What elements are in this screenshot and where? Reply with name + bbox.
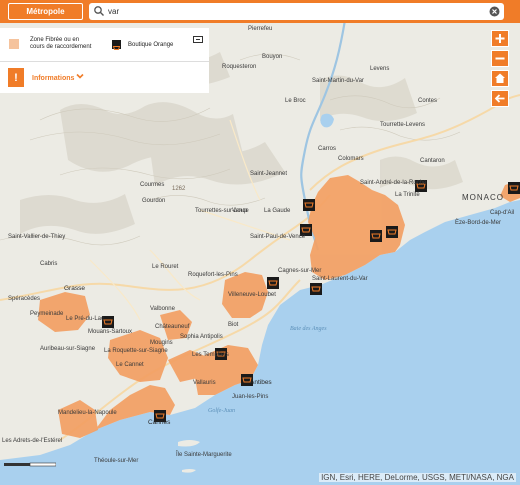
- zoom-in-button[interactable]: [491, 30, 509, 47]
- map-attribution: IGN, Esri, HERE, DeLorme, USGS, METI/NAS…: [319, 473, 516, 482]
- place-label: Vence: [232, 208, 249, 214]
- place-label: Golfe-Juan: [208, 407, 235, 414]
- legend-divider: [0, 61, 209, 62]
- shop-marker[interactable]: [508, 182, 520, 194]
- place-label: Le Cannet: [116, 362, 144, 368]
- search-icon: [94, 6, 104, 16]
- place-label: Bouyon: [262, 54, 282, 60]
- place-label: Saint-Jeannet: [250, 171, 287, 177]
- place-label: Les Templiers: [192, 352, 229, 358]
- place-label: Cannes: [148, 419, 171, 426]
- place-label: Villeneuve-Loubet: [228, 292, 276, 298]
- shop-marker[interactable]: [310, 283, 322, 295]
- place-label: Les Adrets-de-l'Estérel: [2, 438, 62, 444]
- place-label: Vallauris: [193, 380, 216, 386]
- place-label: Juan-les-Pins: [232, 394, 268, 400]
- zoom-out-button[interactable]: [491, 50, 509, 67]
- place-label: Sophia Antipolis: [180, 334, 223, 340]
- place-label: La Gaude: [264, 208, 291, 214]
- fiber-zone-swatch: [9, 39, 19, 49]
- place-label: Cantaron: [420, 158, 445, 164]
- place-label: Saint-Martin-du-Var: [312, 78, 364, 84]
- place-label: Saint-Paul-de-Vence: [250, 234, 306, 240]
- collapse-legend-icon[interactable]: [193, 36, 203, 43]
- region-button[interactable]: Métropole: [8, 3, 83, 20]
- place-label: Courmes: [140, 182, 164, 188]
- place-label: Antibes: [250, 379, 272, 386]
- place-label: Colomars: [338, 156, 364, 162]
- place-label: La Trinité: [395, 192, 420, 198]
- place-label: Peymeinade: [30, 311, 64, 317]
- shop-marker[interactable]: [267, 277, 279, 289]
- place-label: Spéracèdes: [8, 296, 40, 302]
- place-label: Mougins: [150, 340, 173, 346]
- place-label: Gourdon: [142, 198, 165, 204]
- info-icon[interactable]: !: [8, 68, 24, 87]
- shop-legend-label: Boutique Orange: [128, 42, 174, 48]
- home-button[interactable]: [491, 70, 509, 87]
- place-label: Saint-André-de-la-Roche: [360, 180, 427, 186]
- place-label: La Roquette-sur-Siagne: [104, 348, 168, 354]
- place-label: Mouans-Sartoux: [88, 329, 132, 335]
- home-icon: [495, 73, 505, 83]
- search-box[interactable]: [89, 3, 504, 20]
- back-button[interactable]: [491, 90, 509, 107]
- place-label: Biot: [228, 322, 239, 328]
- place-label: Saint-Vallier-de-Thiey: [8, 234, 65, 240]
- place-label: MONACO: [462, 193, 504, 202]
- fiber-zone-legend-label: Zone Fibrée ou en cours de raccordement: [30, 37, 92, 50]
- chevron-down-icon[interactable]: [76, 72, 84, 80]
- place-label: Île Sainte-Marguerite: [175, 451, 232, 458]
- place-label: Carros: [318, 146, 336, 152]
- place-label: Le Rouret: [152, 264, 179, 270]
- place-label: Levens: [370, 66, 389, 72]
- place-label: Auribeau-sur-Siagne: [40, 346, 96, 352]
- place-label: Mandelieu-la-Napoule: [58, 410, 117, 416]
- place-label: Roquesteron: [222, 64, 256, 70]
- place-label: Valbonne: [150, 306, 176, 312]
- arrow-left-icon: [494, 94, 505, 103]
- place-label: Tourrette-Levens: [380, 122, 425, 128]
- place-label: Èze-Bord-de-Mer: [455, 219, 501, 226]
- place-label: Le Pré-du-Lac: [66, 316, 104, 322]
- place-label: Théoule-sur-Mer: [94, 458, 138, 464]
- place-label: Châteauneuf: [155, 324, 190, 330]
- place-label: Cagnes-sur-Mer: [278, 268, 321, 274]
- place-label: Saint-Laurent-du-Var: [312, 276, 368, 282]
- altitude-label: 1262: [172, 186, 186, 192]
- place-label: Contes: [418, 98, 437, 104]
- legend-panel: Zone Fibrée ou en cours de raccordement …: [0, 28, 209, 93]
- top-bar: Métropole: [0, 0, 520, 23]
- place-label: Grasse: [64, 285, 85, 292]
- place-label: Cap-d'Ail: [490, 210, 514, 216]
- shop-marker[interactable]: [303, 199, 315, 211]
- place-label: Cabris: [40, 261, 57, 267]
- info-toggle[interactable]: Informations: [32, 75, 74, 82]
- clear-search-icon[interactable]: [489, 6, 500, 17]
- shop-legend-icon: [112, 40, 121, 50]
- place-label: Le Broc: [285, 98, 306, 104]
- search-input[interactable]: [108, 4, 478, 18]
- scale-bar: [4, 462, 56, 467]
- place-label: Roquefort-les-Pins: [188, 272, 238, 278]
- shop-marker[interactable]: [386, 226, 398, 238]
- place-label: Pierrefeu: [248, 26, 272, 32]
- shop-marker[interactable]: [370, 230, 382, 242]
- place-label: Baie des Anges: [290, 326, 327, 332]
